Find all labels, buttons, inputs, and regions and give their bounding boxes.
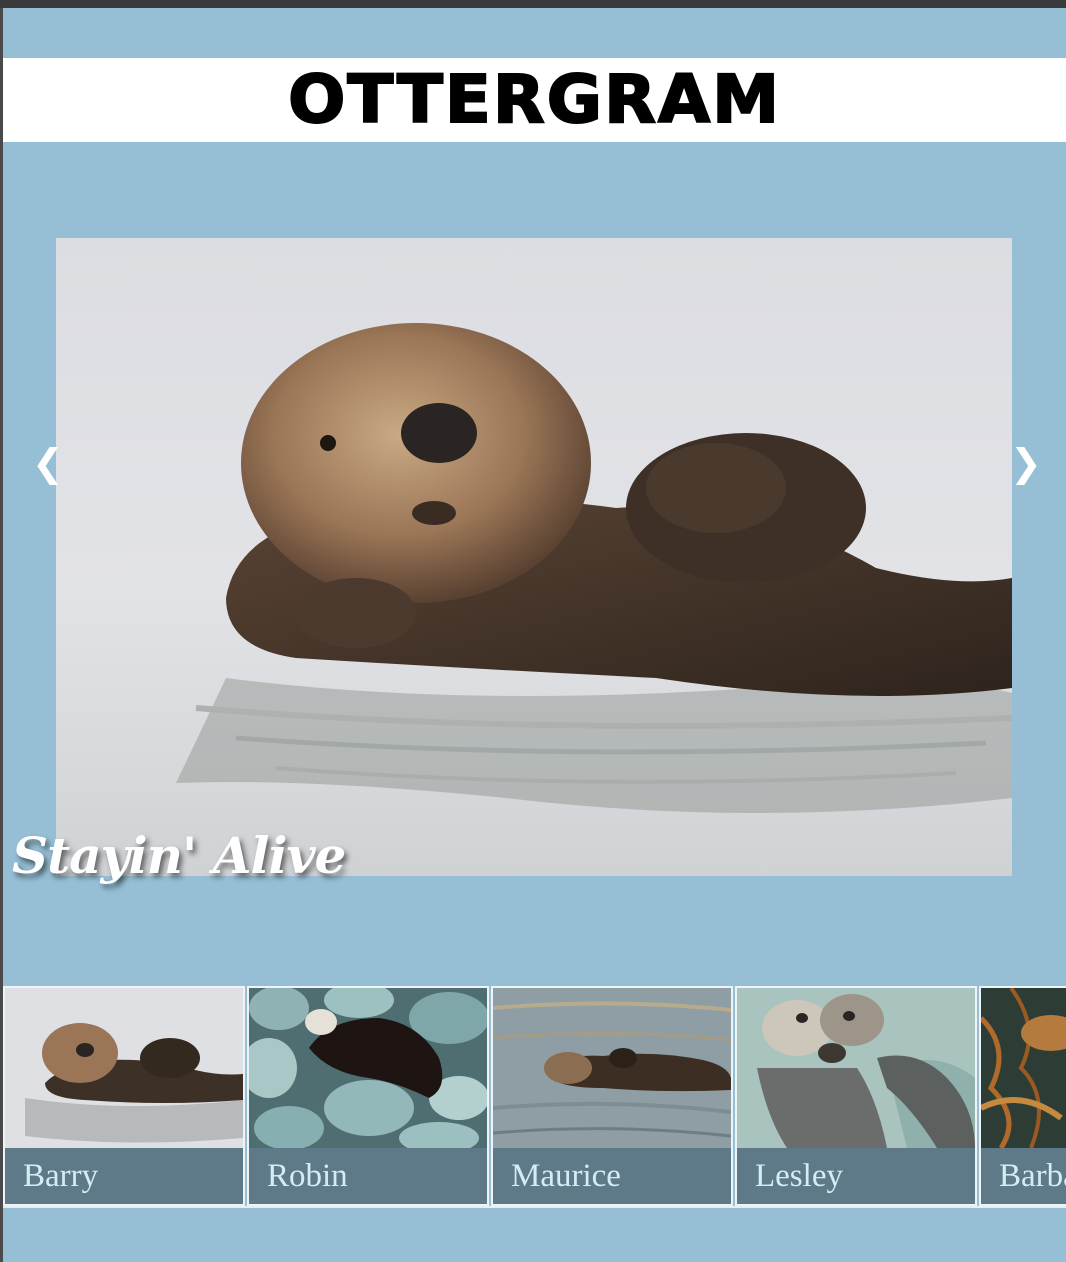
otter-floating-photo xyxy=(56,238,1012,876)
thumbnail-item-barbara[interactable]: Barbara xyxy=(979,986,1066,1206)
thumbnail-item-robin[interactable]: Robin xyxy=(247,986,489,1206)
otter-floating-photo xyxy=(5,988,243,1148)
detail-image xyxy=(56,238,1012,876)
window-top-edge xyxy=(0,0,1066,8)
detail-title: Stayin' Alive xyxy=(12,826,346,885)
thumbnail-label: Robin xyxy=(267,1158,348,1194)
thumbnail-label: Barbara xyxy=(999,1158,1066,1194)
otters-holding-hands-photo xyxy=(737,988,975,1148)
thumbnail-label: Maurice xyxy=(511,1158,621,1194)
logo-text: OTTERGRAM xyxy=(287,61,781,138)
previous-arrow-icon[interactable]: ❮ xyxy=(32,444,64,482)
thumbnail-item-barry[interactable]: Barry xyxy=(3,986,245,1206)
otter-in-kelp-photo xyxy=(981,988,1066,1148)
otter-swimming-photo xyxy=(493,988,731,1148)
thumbnail-list: Barry Robin Maurice Lesley Barb xyxy=(3,986,1066,1206)
logo-bar: OTTERGRAM xyxy=(3,58,1066,142)
otter-on-rocks-photo xyxy=(249,988,487,1148)
thumbnail-label: Barry xyxy=(23,1158,99,1194)
thumbnail-item-lesley[interactable]: Lesley xyxy=(735,986,977,1206)
thumbnail-item-maurice[interactable]: Maurice xyxy=(491,986,733,1206)
next-arrow-icon[interactable]: ❯ xyxy=(1010,444,1042,482)
thumbnail-label: Lesley xyxy=(755,1158,843,1194)
divider xyxy=(3,1206,1066,1208)
